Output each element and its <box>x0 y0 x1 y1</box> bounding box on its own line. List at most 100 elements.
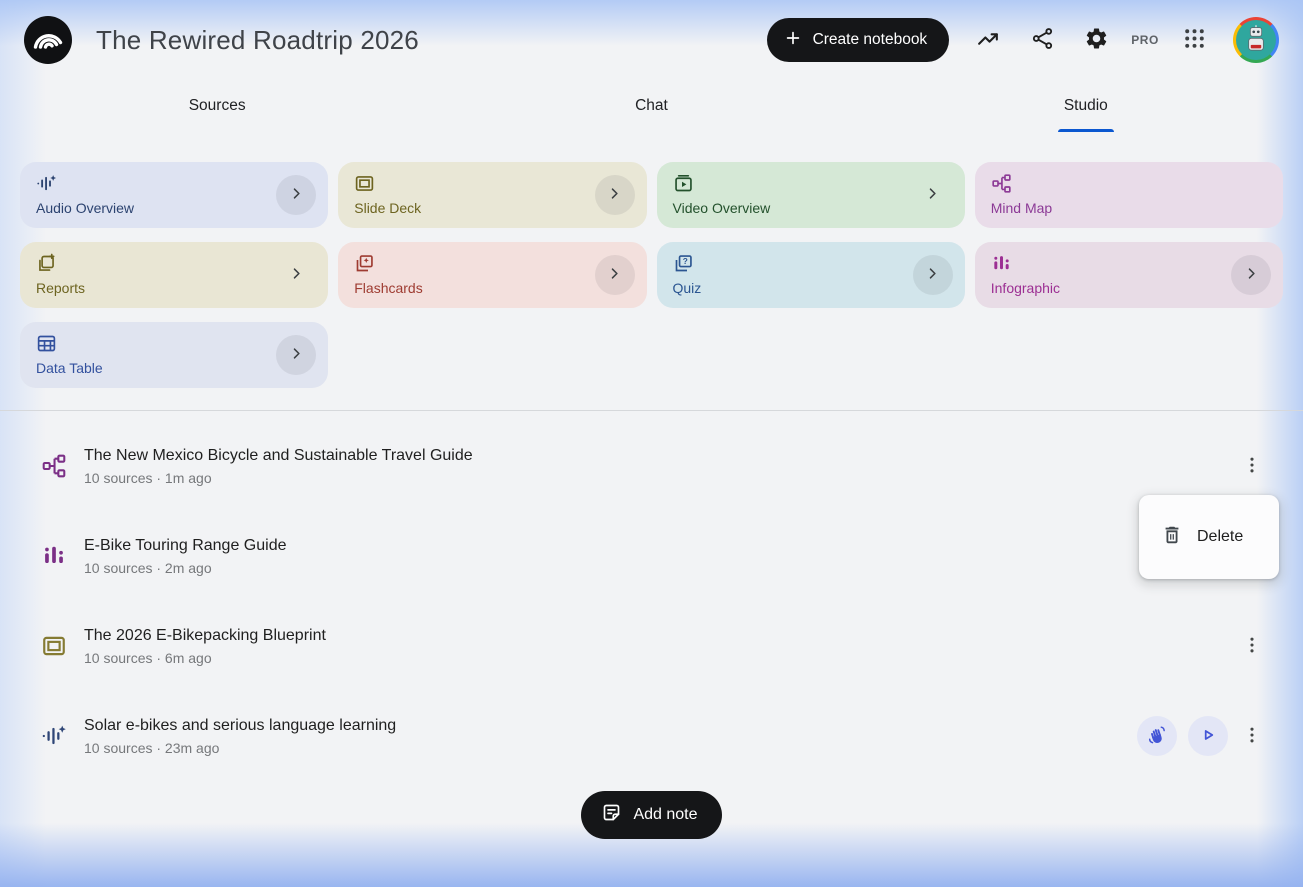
chevron-right-icon <box>923 184 942 206</box>
card-label: Video Overview <box>672 200 771 216</box>
mind-map-icon <box>40 452 68 480</box>
artifact-more-options-button[interactable] <box>1239 720 1265 752</box>
artifact-row-mind-map[interactable]: The New Mexico Bicycle and Sustainable T… <box>0 421 1303 511</box>
card-label: Audio Overview <box>36 200 135 216</box>
delete-menu-label: Delete <box>1197 528 1244 545</box>
app-header: The Rewired Roadtrip 2026 Create noteboo… <box>0 0 1303 80</box>
chevron-right-icon <box>287 344 306 366</box>
kebab-menu-icon <box>1241 724 1263 749</box>
google-apps-button[interactable] <box>1179 25 1209 55</box>
add-note-container: Add note <box>0 791 1303 839</box>
infographic-bars-icon <box>991 253 1267 274</box>
video-overview-icon <box>673 173 949 194</box>
card-slide-deck[interactable]: Slide Deck <box>338 162 647 228</box>
audio-waveform-sparkle-icon <box>40 722 68 750</box>
slide-deck-icon <box>354 173 630 194</box>
play-icon <box>1197 724 1219 749</box>
open-data-table-button[interactable] <box>276 335 317 375</box>
create-notebook-label: Create notebook <box>812 31 928 48</box>
card-quiz[interactable]: ? Quiz <box>656 242 965 308</box>
flashcards-icon <box>354 253 630 274</box>
audio-waveform-sparkle-icon <box>36 173 312 194</box>
open-flashcards-button[interactable] <box>594 255 635 295</box>
artifact-title: The 2026 E-Bikepacking Blueprint <box>84 626 326 644</box>
account-avatar[interactable] <box>1233 17 1279 63</box>
open-video-overview-button[interactable] <box>923 185 943 205</box>
trending-up-icon <box>976 26 1001 54</box>
svg-text:?: ? <box>682 256 687 266</box>
card-label: Slide Deck <box>354 200 422 216</box>
kebab-menu-icon <box>1241 454 1263 479</box>
card-label: Infographic <box>990 280 1061 296</box>
apps-grid-icon <box>1182 26 1207 54</box>
interactive-mode-button[interactable] <box>1137 716 1177 756</box>
share-button[interactable] <box>1027 25 1057 55</box>
open-reports-button[interactable] <box>286 265 306 285</box>
card-audio-overview[interactable]: Audio Overview <box>20 162 329 228</box>
artifact-row-slide-deck[interactable]: The 2026 E-Bikepacking Blueprint 10 sour… <box>0 601 1303 691</box>
reports-icon <box>36 253 312 274</box>
chevron-right-icon <box>287 264 306 286</box>
create-notebook-button[interactable]: Create notebook <box>766 18 950 62</box>
open-infographic-button[interactable] <box>1231 255 1271 295</box>
open-audio-overview-button[interactable] <box>276 175 317 215</box>
analytics-trending-button[interactable] <box>973 25 1003 55</box>
artifact-title: The New Mexico Bicycle and Sustainable T… <box>84 446 473 464</box>
artifact-meta: 10 sources · 1m ago <box>84 469 212 486</box>
add-note-label: Add note <box>633 806 698 823</box>
plus-icon <box>783 28 803 53</box>
chevron-right-icon <box>1242 264 1261 286</box>
card-label: Flashcards <box>354 280 423 296</box>
card-infographic[interactable]: Infographic <box>974 242 1283 308</box>
tab-studio[interactable]: Studio <box>869 80 1303 132</box>
artifact-more-options-button[interactable] <box>1239 450 1265 482</box>
interactive-hand-icon <box>1146 724 1168 749</box>
card-mind-map[interactable]: Mind Map <box>974 162 1283 228</box>
artifact-title: Solar e-bikes and serious language learn… <box>84 716 397 734</box>
delete-menu-item[interactable]: Delete <box>1139 524 1279 551</box>
artifact-more-options-button[interactable] <box>1239 630 1265 662</box>
settings-button[interactable] <box>1081 25 1111 55</box>
artifact-meta: 10 sources · 6m ago <box>84 649 212 666</box>
studio-artifact-list: The New Mexico Bicycle and Sustainable T… <box>0 411 1303 839</box>
open-quiz-button[interactable] <box>912 255 953 295</box>
share-icon <box>1030 26 1055 54</box>
robot-avatar-image <box>1236 20 1276 60</box>
quiz-icon: ? <box>673 253 949 274</box>
tab-sources[interactable]: Sources <box>0 80 434 132</box>
settings-gear-icon <box>1084 26 1109 54</box>
artifact-row-audio-overview[interactable]: Solar e-bikes and serious language learn… <box>0 691 1303 781</box>
card-label: Quiz <box>672 280 702 296</box>
card-video-overview[interactable]: Video Overview <box>656 162 965 228</box>
data-table-icon <box>36 333 312 354</box>
chevron-right-icon <box>605 184 624 206</box>
card-label: Mind Map <box>990 200 1053 216</box>
studio-card-grid: Audio Overview Slide Deck Video Overview <box>0 132 1303 388</box>
artifact-title: E-Bike Touring Range Guide <box>84 536 287 554</box>
artifact-row-infographic[interactable]: E-Bike Touring Range Guide 10 sources · … <box>0 511 1303 601</box>
card-reports[interactable]: Reports <box>20 242 329 308</box>
notebooklm-app: The Rewired Roadtrip 2026 Create noteboo… <box>0 0 1303 887</box>
card-flashcards[interactable]: Flashcards <box>338 242 647 308</box>
add-note-button[interactable]: Add note <box>581 791 722 839</box>
infographic-bars-icon <box>40 542 68 570</box>
card-label: Reports <box>36 280 86 296</box>
chevron-right-icon <box>287 184 306 206</box>
artifact-meta: 10 sources · 23m ago <box>84 739 220 756</box>
artifact-meta: 10 sources · 2m ago <box>84 559 212 576</box>
header-actions: Create notebook PRO <box>766 17 1279 63</box>
card-label: Data Table <box>36 360 103 376</box>
chevron-right-icon <box>605 264 624 286</box>
kebab-menu-icon <box>1241 634 1263 659</box>
notebooklm-logo-icon[interactable] <box>24 16 72 64</box>
play-audio-button[interactable] <box>1188 716 1228 756</box>
notebook-title[interactable]: The Rewired Roadtrip 2026 <box>96 25 419 56</box>
chevron-right-icon <box>923 264 942 286</box>
tab-chat[interactable]: Chat <box>434 80 868 132</box>
slide-deck-icon <box>40 632 68 660</box>
mind-map-icon <box>991 173 1267 194</box>
artifact-context-menu: Delete <box>1139 495 1279 579</box>
trash-icon <box>1161 524 1183 551</box>
open-slide-deck-button[interactable] <box>594 175 635 215</box>
card-data-table[interactable]: Data Table <box>20 322 329 388</box>
